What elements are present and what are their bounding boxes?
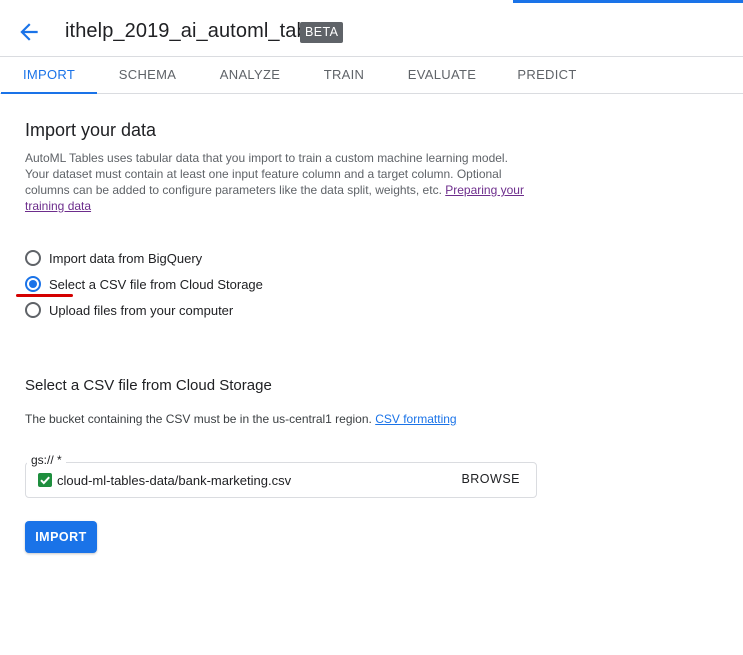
radio-option-upload[interactable]: Upload files from your computer bbox=[25, 301, 233, 319]
gcs-field-label: gs:// * bbox=[27, 453, 66, 467]
gcs-path-field[interactable]: BROWSE bbox=[25, 462, 537, 498]
radio-option-bigquery[interactable]: Import data from BigQuery bbox=[25, 249, 202, 267]
tab-bar: IMPORT SCHEMA ANALYZE TRAIN EVALUATE PRE… bbox=[0, 57, 743, 94]
radio-button[interactable] bbox=[25, 250, 41, 266]
checkbox-checked-icon bbox=[38, 473, 52, 487]
radio-label: Select a CSV file from Cloud Storage bbox=[49, 276, 263, 292]
tab-schema[interactable]: SCHEMA bbox=[110, 57, 185, 93]
radio-button[interactable] bbox=[25, 302, 41, 318]
tab-evaluate[interactable]: EVALUATE bbox=[400, 57, 484, 93]
tab-predict[interactable]: PREDICT bbox=[510, 57, 584, 93]
beta-badge: BETA bbox=[300, 22, 344, 43]
back-button[interactable] bbox=[16, 19, 42, 45]
tab-train[interactable]: TRAIN bbox=[315, 57, 373, 93]
import-description: AutoML Tables uses tabular data that you… bbox=[25, 150, 535, 214]
page-header: ithelp_2019_ai_automl_table BETA bbox=[0, 0, 743, 57]
page-title: ithelp_2019_ai_automl_table bbox=[65, 20, 324, 42]
bucket-note: The bucket containing the CSV must be in… bbox=[25, 412, 457, 426]
import-button[interactable]: IMPORT bbox=[25, 521, 97, 553]
radio-label: Upload files from your computer bbox=[49, 302, 234, 318]
annotation-underline bbox=[16, 294, 73, 297]
radio-option-cloud-storage[interactable]: Select a CSV file from Cloud Storage bbox=[25, 275, 263, 293]
tab-analyze[interactable]: ANALYZE bbox=[210, 57, 290, 93]
radio-label: Import data from BigQuery bbox=[49, 250, 203, 266]
tab-import[interactable]: IMPORT bbox=[1, 57, 97, 94]
section-heading-import: Import your data bbox=[25, 120, 157, 140]
radio-button-selected[interactable] bbox=[25, 276, 41, 292]
csv-formatting-link[interactable]: CSV formatting bbox=[375, 412, 456, 426]
import-description-text: AutoML Tables uses tabular data that you… bbox=[25, 151, 508, 197]
browse-button[interactable]: BROWSE bbox=[461, 472, 520, 486]
gcs-path-input[interactable] bbox=[57, 471, 437, 489]
section-heading-csv: Select a CSV file from Cloud Storage bbox=[25, 377, 272, 394]
arrow-back-icon bbox=[20, 23, 38, 41]
bucket-note-text: The bucket containing the CSV must be in… bbox=[25, 412, 372, 426]
